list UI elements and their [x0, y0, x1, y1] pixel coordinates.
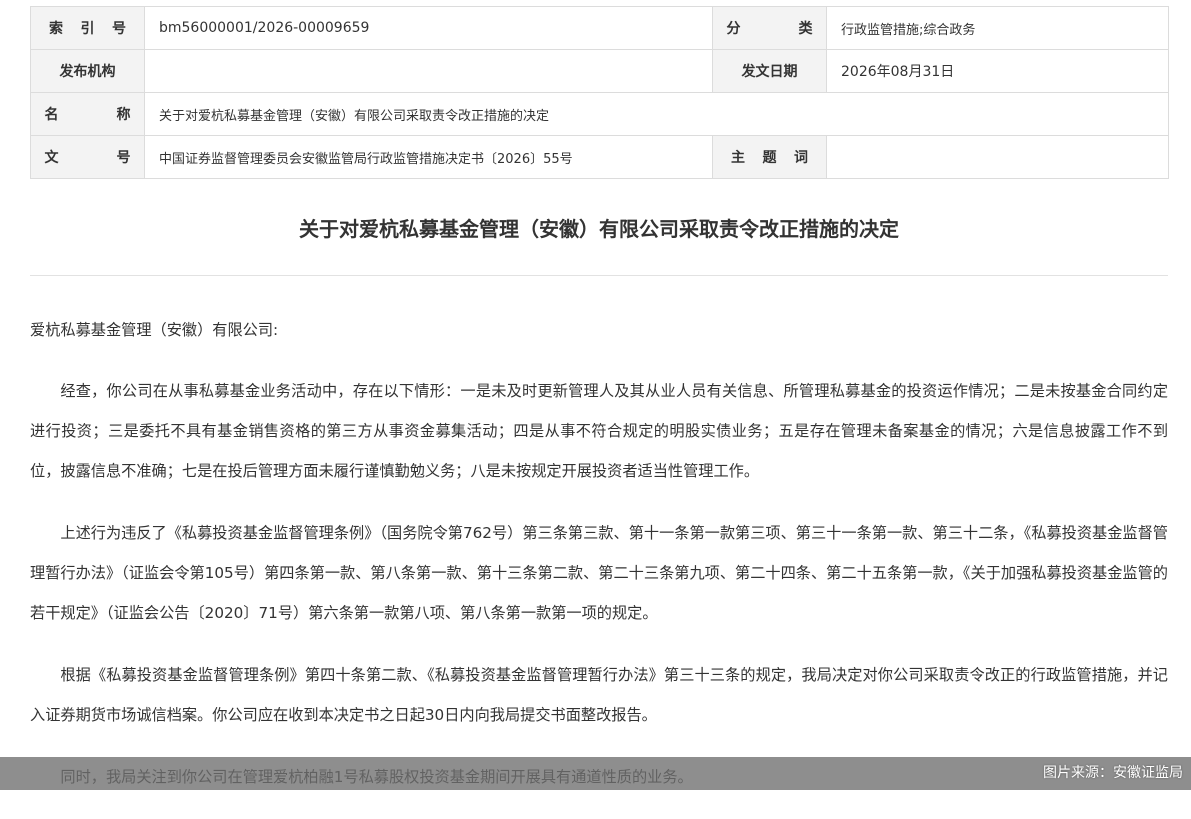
paragraph-violations: 上述行为违反了《私募投资基金监督管理条例》（国务院令第762号）第三条第三款、第… — [30, 524, 1168, 622]
issuer-value — [144, 49, 713, 93]
keywords-value — [826, 135, 1169, 179]
index-label: 索 引 号 — [30, 6, 145, 50]
metadata-row-index: 索 引 号 bm56000001/2026-00009659 分 类 行政监管措… — [30, 6, 1169, 50]
image-source-caption: 图片来源：安徽证监局 — [1043, 765, 1183, 781]
date-value: 2026年08月31日 — [826, 49, 1169, 93]
date-label: 发文日期 — [712, 49, 827, 93]
name-label: 名 称 — [30, 92, 145, 136]
name-value: 关于对爱杭私募基金管理（安徽）有限公司采取责令改正措施的决定 — [144, 92, 1169, 136]
metadata-row-docno: 文 号 中国证券监督管理委员会安徽监管局行政监管措施决定书〔2026〕55号 主… — [30, 135, 1169, 179]
image-caption-bar: 图片来源：安徽证监局 — [0, 757, 1191, 790]
paragraph-findings: 经查，你公司在从事私募基金业务活动中，存在以下情形：一是未及时更新管理人及其从业… — [30, 382, 1168, 480]
document-body: 爱杭私募基金管理（安徽）有限公司: 经查，你公司在从事私募基金业务活动中，存在以… — [30, 310, 1168, 819]
docno-label: 文 号 — [30, 135, 145, 179]
keywords-label: 主 题 词 — [712, 135, 827, 179]
metadata-row-issuer: 发布机构 发文日期 2026年08月31日 — [30, 49, 1169, 93]
salutation: 爱杭私募基金管理（安徽）有限公司: — [30, 321, 279, 339]
document-title: 关于对爱杭私募基金管理（安徽）有限公司采取责令改正措施的决定 — [299, 217, 899, 241]
issuer-label: 发布机构 — [30, 49, 145, 93]
index-value: bm56000001/2026-00009659 — [144, 6, 713, 50]
paragraph-decision: 根据《私募投资基金监督管理条例》第四十条第二款、《私募投资基金监督管理暂行办法》… — [30, 666, 1168, 724]
metadata-row-name: 名 称 关于对爱杭私募基金管理（安徽）有限公司采取责令改正措施的决定 — [30, 92, 1169, 136]
document-metadata-table: 索 引 号 bm56000001/2026-00009659 分 类 行政监管措… — [30, 6, 1169, 179]
category-label: 分 类 — [712, 6, 827, 50]
category-value: 行政监管措施;综合政务 — [826, 6, 1169, 50]
title-divider — [30, 275, 1168, 276]
docno-value: 中国证券监督管理委员会安徽监管局行政监管措施决定书〔2026〕55号 — [144, 135, 713, 179]
